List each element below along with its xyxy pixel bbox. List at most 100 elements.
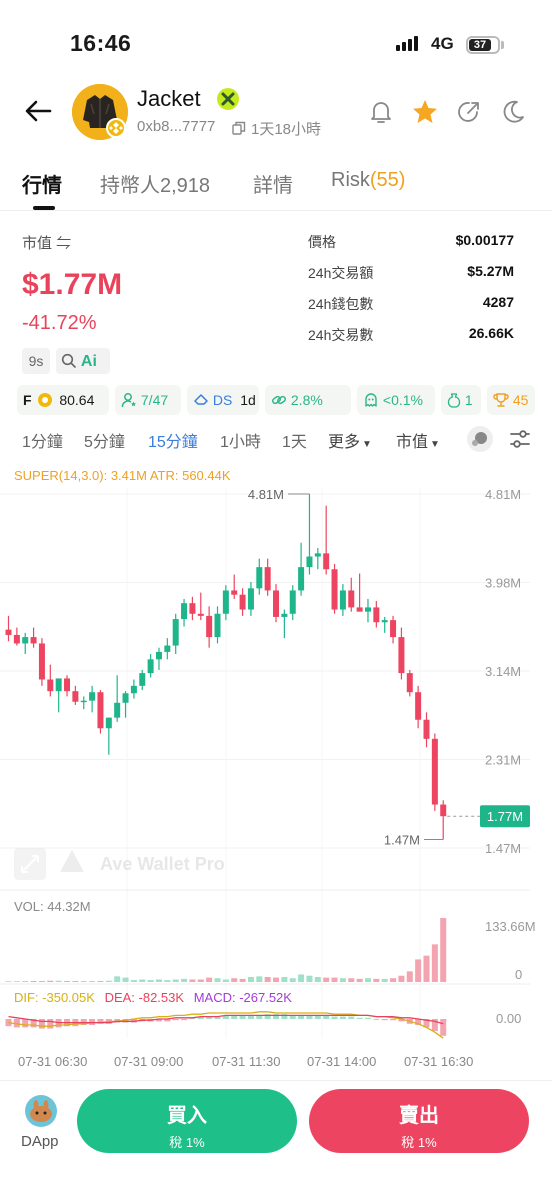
indicator-toggle-button[interactable]: [467, 426, 493, 452]
volume-bar: [281, 976, 288, 982]
trophy-badge[interactable]: 45: [487, 385, 535, 415]
refresh-chip[interactable]: 9s: [22, 348, 50, 374]
money-bag-icon: [447, 393, 461, 408]
market-cap-label[interactable]: 市值 ⇋: [22, 232, 71, 253]
volume-bar: [247, 976, 254, 982]
holders-badge[interactable]: 7/47: [115, 385, 181, 415]
candle: [431, 738, 438, 805]
copy-icon[interactable]: [232, 120, 246, 135]
moon-icon[interactable]: [499, 98, 527, 126]
volume-bar: [80, 981, 87, 982]
volume-bar: [114, 976, 121, 982]
volume-bar: [30, 981, 37, 982]
volume-bar: [130, 980, 137, 982]
candle: [147, 659, 154, 674]
money-badge[interactable]: 1: [441, 385, 481, 415]
share-icon[interactable]: [455, 98, 483, 126]
market-cap-value: $1.77M: [22, 268, 123, 301]
pancake-icon[interactable]: [25, 1095, 57, 1127]
market-cap-block: 市值 ⇋ $1.77M -41.72% 9s Ai: [22, 232, 122, 374]
sell-button[interactable]: 賣出 稅 1%: [309, 1089, 529, 1153]
candle: [348, 590, 355, 608]
sliders-icon: [510, 430, 530, 448]
volume-bar: [13, 981, 20, 982]
macd-bar: [22, 1019, 29, 1028]
macd-bar: [381, 1019, 388, 1021]
more-dropdown[interactable]: 更多 ▼: [328, 428, 372, 452]
tab-details[interactable]: 詳情: [253, 169, 293, 198]
macd-bar: [364, 1017, 371, 1019]
candle: [314, 553, 321, 557]
stat-value: $0.00177: [455, 232, 514, 248]
ai-search-button[interactable]: Ai: [56, 348, 110, 374]
price-chart[interactable]: SUPER(14,3.0): 3.41M ATR: 560.44K 4.81M …: [0, 458, 552, 1078]
interval-1d[interactable]: 1天: [282, 428, 307, 452]
back-button[interactable]: [22, 94, 56, 128]
verified-icon: [217, 88, 239, 110]
candle: [222, 590, 229, 614]
tab-market[interactable]: 行情: [22, 169, 62, 198]
volume-bar: [415, 959, 422, 982]
volume-bar: [181, 978, 188, 982]
volume-bar: [105, 980, 112, 982]
candle: [89, 692, 96, 701]
stat-row: 24h交易額 $5.27M: [308, 263, 514, 294]
candle: [381, 620, 388, 623]
trade-bar: DApp 買入 稅 1% 賣出 稅 1%: [0, 1080, 552, 1200]
token-address[interactable]: 0xb8...7777: [137, 118, 215, 135]
stat-row: 價格 $0.00177: [308, 232, 514, 263]
settings-button[interactable]: [507, 426, 533, 452]
volume-bar: [197, 979, 204, 982]
interval-5m[interactable]: 5分鐘: [84, 428, 125, 452]
stat-row: 24h錢包數 4287: [308, 294, 514, 325]
volume-bar: [189, 979, 196, 982]
ghost-icon: [365, 393, 377, 407]
money-value: 1: [464, 392, 473, 408]
score-badge[interactable]: F 80.64: [17, 385, 109, 415]
y-axis-label: 4.81M: [485, 487, 521, 502]
candle: [139, 673, 146, 686]
more-label: 更多: [328, 434, 361, 451]
stat-value: 26.66K: [468, 325, 514, 341]
trophy-value: 45: [512, 392, 529, 408]
macd-bar: [47, 1019, 54, 1029]
volume-bar: [147, 980, 154, 982]
tab-risk[interactable]: Risk(55): [331, 169, 405, 192]
volume-bar: [390, 978, 397, 982]
bell-icon[interactable]: [367, 98, 395, 126]
battery-level: 37: [469, 39, 491, 51]
interval-1m[interactable]: 1分鐘: [22, 428, 63, 452]
candle: [55, 678, 62, 692]
volume-bar: [373, 978, 380, 982]
candle: [189, 603, 196, 614]
interval-1h[interactable]: 1小時: [220, 428, 261, 452]
metric-dropdown[interactable]: 市值 ▼: [396, 428, 440, 452]
tab-underline: [33, 206, 55, 210]
ds-badge[interactable]: DS 1d: [187, 385, 259, 415]
token-name: Jacket: [137, 86, 201, 111]
stat-label: 24h交易額: [308, 265, 374, 281]
volume-bar: [139, 979, 146, 982]
tab-bar: 行情 持幣人2,918 詳情 Risk(55): [0, 165, 552, 211]
buy-button[interactable]: 買入 稅 1%: [77, 1089, 297, 1153]
buy-tax: 稅 1%: [169, 1135, 205, 1150]
chart-canvas[interactable]: SUPER(14,3.0): 3.41M ATR: 560.44K 4.81M …: [0, 458, 552, 1078]
pct-badge-2[interactable]: <0.1%: [357, 385, 435, 415]
volume-bar: [364, 978, 371, 982]
bubbles-icon: [472, 432, 487, 446]
sell-tax: 稅 1%: [401, 1135, 437, 1150]
tab-holders[interactable]: 持幣人2,918: [100, 169, 210, 198]
search-icon: [61, 353, 76, 368]
dapp-label[interactable]: DApp: [21, 1133, 59, 1150]
ds-icon: [194, 394, 208, 405]
macd-bar: [390, 1019, 397, 1021]
macd-indicator-text: DIF: -350.05K DEA: -82.53K MACD: -267.52…: [14, 990, 292, 1005]
interval-15m[interactable]: 15分鐘: [148, 428, 198, 452]
candle: [364, 607, 371, 612]
y-axis-label: 3.14M: [485, 664, 521, 679]
star-icon[interactable]: [411, 98, 439, 126]
volume-bar: [289, 978, 296, 982]
volume-bar: [231, 978, 238, 982]
candle: [13, 634, 20, 644]
pct-badge-1[interactable]: 2.8%: [265, 385, 351, 415]
